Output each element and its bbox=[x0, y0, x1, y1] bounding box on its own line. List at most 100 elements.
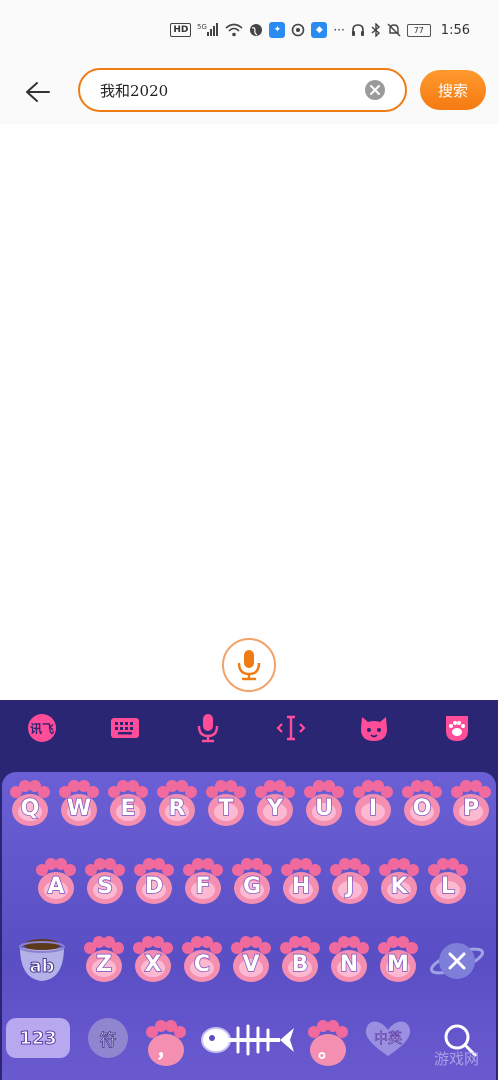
key-label: J bbox=[345, 873, 355, 899]
keyboard-layout-button[interactable] bbox=[107, 710, 143, 746]
app-notification-icon: ✦ bbox=[269, 22, 286, 38]
key-y[interactable]: Y bbox=[253, 778, 297, 828]
key-p[interactable]: P bbox=[449, 778, 493, 828]
space-key[interactable] bbox=[200, 1018, 296, 1062]
symbol-key[interactable]: 符 bbox=[88, 1018, 128, 1058]
text-cursor-icon bbox=[275, 715, 306, 741]
back-button[interactable] bbox=[20, 74, 56, 110]
wifi-icon bbox=[225, 23, 243, 37]
arrow-left-icon bbox=[26, 82, 50, 102]
language-switch-key[interactable]: 中英 bbox=[360, 1018, 416, 1058]
voice-search-button[interactable] bbox=[222, 638, 276, 692]
key-label: D bbox=[144, 873, 164, 899]
key-label: Y bbox=[266, 795, 283, 821]
key-label: Z bbox=[95, 951, 112, 977]
key-u[interactable]: U bbox=[302, 778, 346, 828]
search-results-area bbox=[0, 124, 498, 700]
emoji-button[interactable] bbox=[356, 710, 392, 746]
svg-text:讯飞: 讯飞 bbox=[29, 722, 53, 736]
shift-key[interactable]: ab bbox=[14, 936, 70, 986]
key-c[interactable]: C bbox=[180, 934, 224, 984]
key-e[interactable]: E bbox=[106, 778, 150, 828]
shift-key-label: ab bbox=[29, 956, 55, 978]
hd-indicator: HD bbox=[170, 23, 192, 37]
key-label: N bbox=[339, 951, 359, 977]
status-bar: HD 5G ✦ ◆ ··· 77 1:56 bbox=[0, 0, 498, 60]
key-k[interactable]: K bbox=[377, 856, 421, 906]
key-label: L bbox=[440, 873, 456, 899]
key-label: W bbox=[66, 795, 92, 821]
key-n[interactable]: N bbox=[327, 934, 371, 984]
signal-icon: 5G bbox=[197, 23, 219, 37]
key-label: R bbox=[168, 795, 186, 821]
key-label: O bbox=[412, 795, 432, 821]
language-switch-label: 中英 bbox=[374, 1031, 403, 1048]
key-label: G bbox=[242, 873, 262, 899]
key-label: F bbox=[195, 873, 211, 899]
clear-button[interactable] bbox=[365, 80, 385, 100]
compass-icon bbox=[291, 23, 305, 37]
key-label: V bbox=[242, 951, 260, 977]
headphones-icon bbox=[351, 23, 365, 37]
number-mode-key[interactable]: 123 bbox=[6, 1018, 70, 1058]
mute-bell-icon bbox=[387, 23, 401, 37]
key-v[interactable]: V bbox=[229, 934, 273, 984]
period-key-label: 。 bbox=[318, 1038, 338, 1062]
key-r[interactable]: R bbox=[155, 778, 199, 828]
period-key[interactable]: 。 bbox=[306, 1018, 350, 1068]
keyboard: 讯飞 Q W E R T Y U I O P A S D F G H J K L… bbox=[0, 700, 498, 1080]
cursor-move-button[interactable] bbox=[273, 710, 309, 746]
skin-button[interactable] bbox=[439, 710, 475, 746]
paw-icon bbox=[445, 716, 468, 741]
key-label: B bbox=[291, 951, 309, 977]
key-m[interactable]: M bbox=[376, 934, 420, 984]
key-label: P bbox=[462, 795, 480, 821]
key-label: Q bbox=[20, 795, 40, 821]
key-label: U bbox=[314, 795, 333, 821]
key-x[interactable]: X bbox=[131, 934, 175, 984]
key-g[interactable]: G bbox=[230, 856, 274, 906]
key-label: E bbox=[120, 795, 136, 821]
key-b[interactable]: B bbox=[278, 934, 322, 984]
key-a[interactable]: A bbox=[34, 856, 78, 906]
search-button[interactable]: 搜索 bbox=[420, 70, 486, 110]
comma-key[interactable]: ， bbox=[144, 1018, 188, 1068]
key-t[interactable]: T bbox=[204, 778, 248, 828]
key-f[interactable]: F bbox=[181, 856, 225, 906]
bluetooth-icon bbox=[371, 23, 381, 37]
key-j[interactable]: J bbox=[328, 856, 372, 906]
key-label: K bbox=[390, 873, 408, 899]
key-d[interactable]: D bbox=[132, 856, 176, 906]
key-q[interactable]: Q bbox=[8, 778, 52, 828]
key-l[interactable]: L bbox=[426, 856, 470, 906]
key-label: M bbox=[386, 951, 409, 977]
comma-key-label: ， bbox=[156, 1038, 176, 1062]
ime-logo-icon: 讯飞 bbox=[27, 714, 56, 742]
delete-key[interactable] bbox=[428, 936, 486, 986]
planet-delete-icon bbox=[429, 943, 485, 979]
key-s[interactable]: S bbox=[83, 856, 127, 906]
search-input[interactable]: 我和2020 bbox=[78, 68, 407, 112]
key-z[interactable]: Z bbox=[82, 934, 126, 984]
key-label: I bbox=[368, 795, 378, 821]
app-notification-icon-2: ◆ bbox=[311, 22, 328, 38]
clock: 1:56 bbox=[440, 22, 470, 38]
key-h[interactable]: H bbox=[279, 856, 323, 906]
svg-text:5G: 5G bbox=[197, 23, 207, 31]
microphone-icon bbox=[237, 650, 261, 681]
key-label: H bbox=[291, 873, 311, 899]
ime-logo-button[interactable]: 讯飞 bbox=[24, 710, 60, 746]
key-o[interactable]: O bbox=[400, 778, 444, 828]
key-i[interactable]: I bbox=[351, 778, 395, 828]
watermark: 游戏网 bbox=[434, 1050, 480, 1068]
key-label: S bbox=[96, 873, 113, 899]
key-label: A bbox=[47, 873, 65, 899]
battery-icon: 77 bbox=[406, 23, 431, 37]
voice-input-button[interactable] bbox=[190, 710, 226, 746]
search-query-text: 我和2020 bbox=[100, 81, 169, 100]
cat-face-icon bbox=[360, 717, 387, 741]
key-label: C bbox=[193, 951, 211, 977]
key-w[interactable]: W bbox=[57, 778, 101, 828]
microphone-icon bbox=[197, 714, 218, 743]
keyboard-toolbar: 讯飞 bbox=[0, 700, 498, 756]
